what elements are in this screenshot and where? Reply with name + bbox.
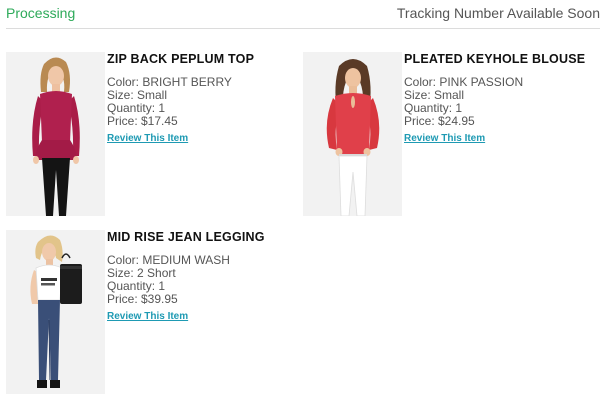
item-details: PLEATED KEYHOLE BLOUSE Color: PINK PASSI… <box>404 52 594 146</box>
product-image-jean-legging[interactable] <box>6 230 105 394</box>
order-item: MID RISE JEAN LEGGING Color: MEDIUM WASH… <box>6 230 296 398</box>
product-image-keyhole-blouse[interactable] <box>303 52 402 216</box>
order-status-bar: Processing Tracking Number Available Soo… <box>6 4 600 29</box>
order-item: PLEATED KEYHOLE BLOUSE Color: PINK PASSI… <box>303 52 593 220</box>
product-image-peplum-top[interactable] <box>6 52 105 216</box>
item-name: MID RISE JEAN LEGGING <box>107 230 265 244</box>
tracking-number-note: Tracking Number Available Soon <box>396 5 600 21</box>
review-item-link[interactable]: Review This Item <box>107 133 188 145</box>
order-item: ZIP BACK PEPLUM TOP Color: BRIGHT BERRY … <box>6 52 296 220</box>
item-price: Price: $39.95 <box>107 292 178 306</box>
item-details: ZIP BACK PEPLUM TOP Color: BRIGHT BERRY … <box>107 52 297 146</box>
review-item-link[interactable]: Review This Item <box>107 311 188 323</box>
order-status-label: Processing <box>6 5 76 21</box>
item-price: Price: $24.95 <box>404 114 475 128</box>
item-details: MID RISE JEAN LEGGING Color: MEDIUM WASH… <box>107 230 297 324</box>
item-name: PLEATED KEYHOLE BLOUSE <box>404 52 586 66</box>
review-item-link[interactable]: Review This Item <box>404 133 485 145</box>
item-price: Price: $17.45 <box>107 114 178 128</box>
item-name: ZIP BACK PEPLUM TOP <box>107 52 255 66</box>
